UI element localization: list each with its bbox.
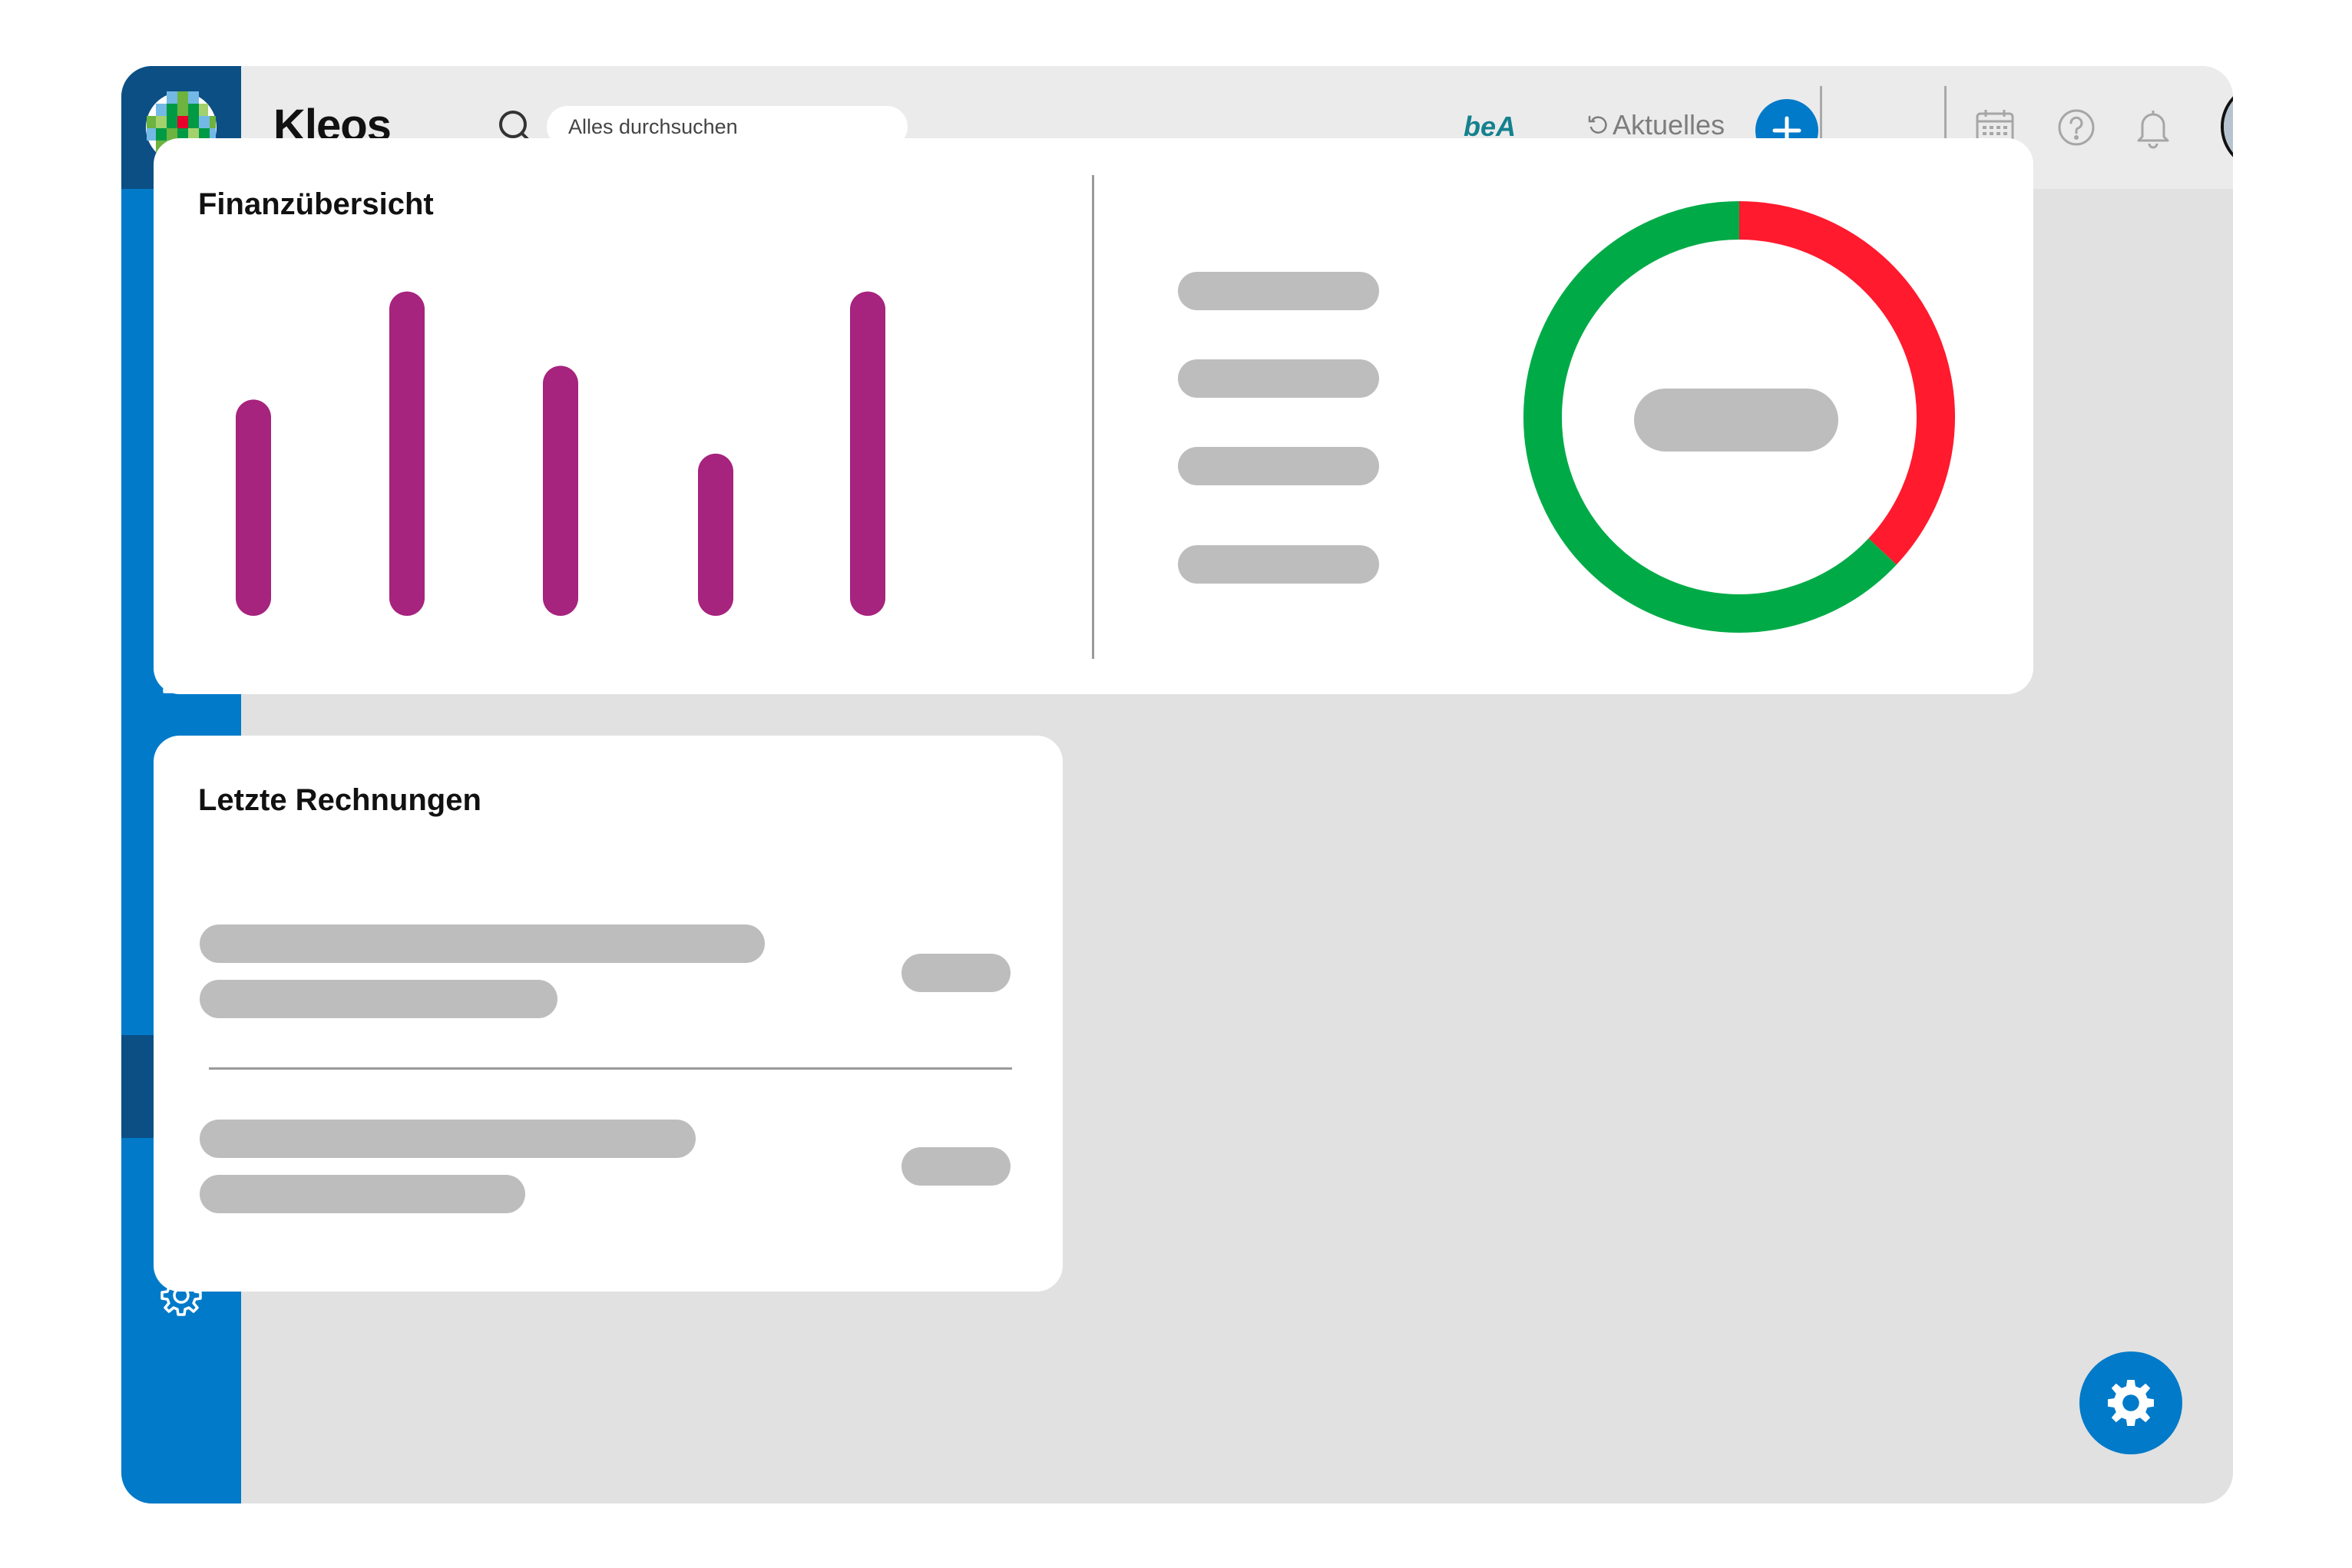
finance-card-title: Finanzübersicht: [198, 187, 434, 221]
legend-placeholder: [1178, 545, 1379, 584]
bar-3: [543, 366, 578, 616]
invoice-line-placeholder: [200, 980, 557, 1018]
bar-2: [389, 291, 425, 616]
finance-card: Finanzübersicht: [154, 138, 2033, 694]
legend-placeholder: [1178, 359, 1379, 398]
legend-placeholder: [1178, 447, 1379, 485]
invoice-amount-placeholder: [901, 954, 1011, 992]
bar-5: [850, 291, 885, 616]
user-photo: [2224, 86, 2233, 167]
bell-icon[interactable]: [2132, 106, 2175, 149]
invoices-card-title: Letzte Rechnungen: [198, 783, 481, 817]
invoice-line-placeholder: [200, 925, 765, 963]
invoices-card: Letzte Rechnungen: [154, 736, 1063, 1292]
app-window: ®: [121, 66, 2233, 1503]
donut-segment-red: [1738, 201, 1955, 565]
news-label: Aktuelles: [1613, 109, 1725, 141]
invoice-line-placeholder: [200, 1175, 525, 1213]
bar-1: [236, 399, 271, 616]
invoice-line-placeholder: [200, 1120, 696, 1158]
avatar[interactable]: [2221, 83, 2233, 170]
donut-center-placeholder: [1634, 389, 1838, 452]
bar-chart: [236, 291, 885, 616]
news-link[interactable]: Aktuelles: [1586, 109, 1725, 141]
settings-fab[interactable]: [2079, 1351, 2182, 1454]
legend-placeholder: [1178, 272, 1379, 310]
gear-icon: [2108, 1380, 2154, 1426]
help-icon[interactable]: [2055, 106, 2098, 149]
bar-4: [698, 453, 733, 616]
invoice-amount-placeholder: [901, 1147, 1011, 1186]
refresh-icon: [1588, 115, 1607, 134]
card-divider: [1092, 175, 1094, 659]
row-divider: [209, 1067, 1012, 1070]
